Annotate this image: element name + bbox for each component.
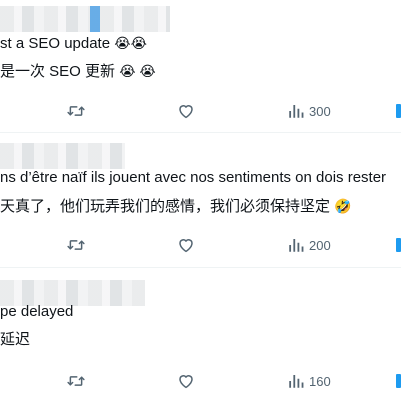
share-icon-partial[interactable] (396, 104, 401, 118)
bar-chart-icon (287, 372, 305, 390)
loudly-crying-emoji: 😭😭 (114, 35, 147, 51)
retweet-icon (67, 236, 85, 254)
views-button[interactable]: 200 (287, 236, 331, 254)
post-text-english: st a SEO update 😭😭 (0, 35, 147, 52)
retweet-icon (67, 102, 85, 120)
post-text-chinese: 延迟 (0, 331, 31, 348)
retweet-button[interactable] (67, 102, 85, 120)
loudly-crying-emoji: 😭 😭 (119, 63, 156, 79)
author-name-blurred (0, 6, 100, 32)
heart-icon (177, 102, 195, 120)
view-count: 200 (309, 237, 331, 253)
post-2[interactable]: ns d’être naïf ils jouent avec nos senti… (0, 133, 401, 266)
author-handle-blurred (100, 6, 170, 32)
like-button[interactable] (177, 102, 195, 120)
post-1[interactable]: st a SEO update 😭😭 是一次 SEO 更新 😭 😭 300 (0, 0, 401, 132)
view-count: 160 (309, 373, 331, 389)
bar-chart-icon (287, 236, 305, 254)
like-button[interactable] (177, 236, 195, 254)
retweet-button[interactable] (67, 236, 85, 254)
view-count: 300 (309, 103, 331, 119)
heart-icon (177, 236, 195, 254)
post-text-chinese: 是一次 SEO 更新 😭 😭 (0, 63, 156, 80)
post-text-chinese: 天真了，他们玩弄我们的感情，我们必须保持坚定 🤣 (0, 198, 352, 215)
post-3[interactable]: pe delayed 延迟 160 (0, 268, 401, 401)
post-text-french: ns d’être naïf ils jouent avec nos senti… (0, 169, 387, 186)
share-icon-partial[interactable] (396, 374, 401, 388)
author-name-blurred (0, 143, 125, 169)
post-text-english: pe delayed (0, 303, 74, 320)
rolling-laughing-emoji: 🤣 (334, 198, 352, 214)
share-icon-partial[interactable] (396, 238, 401, 252)
heart-icon (177, 372, 195, 390)
like-button[interactable] (177, 372, 195, 390)
views-button[interactable]: 300 (287, 102, 331, 120)
views-button[interactable]: 160 (287, 372, 331, 390)
retweet-button[interactable] (67, 372, 85, 390)
bar-chart-icon (287, 102, 305, 120)
verified-badge-blurred (90, 6, 100, 32)
retweet-icon (67, 372, 85, 390)
